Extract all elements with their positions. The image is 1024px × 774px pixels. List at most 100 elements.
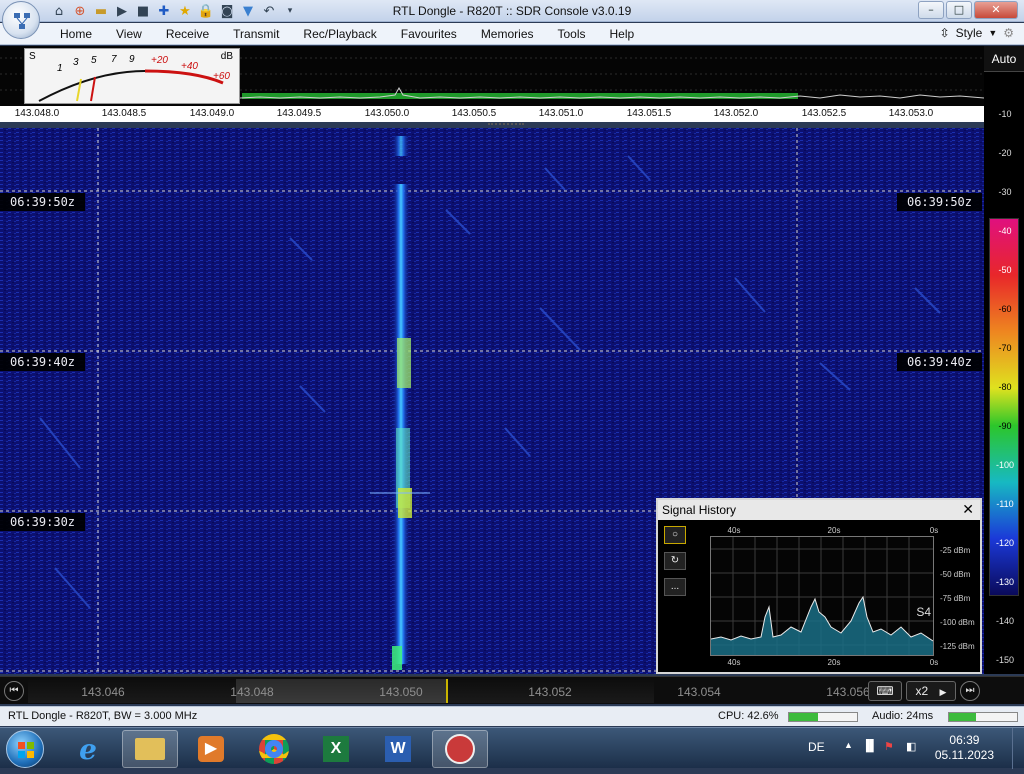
x-label-bottom: 0s	[929, 658, 939, 667]
menu-help[interactable]: Help	[598, 27, 647, 41]
chevron-right-icon: ▶	[939, 687, 947, 697]
forward-button[interactable]: ⏭	[960, 681, 980, 701]
sdr-console-icon	[445, 734, 475, 764]
freq-label: 143.052.0	[713, 108, 759, 119]
network-icon[interactable]: ▐▌	[862, 740, 878, 752]
timestamp-right: 06:39:40z	[896, 353, 982, 371]
level-tick: -130	[995, 577, 1014, 587]
taskbar-sdr-console[interactable]	[432, 730, 488, 768]
level-tick: -150	[995, 655, 1014, 665]
audio-status: Audio: 24ms	[872, 710, 934, 722]
maximize-button[interactable]: □	[946, 1, 972, 19]
bottom-frequency-bar[interactable]: ⏮ 143.046 143.048 143.050 143.052 143.05…	[0, 676, 1024, 704]
cpu-status: CPU: 42.6%	[718, 710, 779, 722]
level-tick: -30	[998, 187, 1012, 197]
menu-memories[interactable]: Memories	[469, 27, 546, 41]
spectrum-display[interactable]: S dB 1 3 5 7 9 +20 +40 +60	[0, 46, 984, 106]
x-label-top: 0s	[929, 526, 939, 535]
audio-meter-fill	[949, 713, 977, 721]
level-tick: -10	[998, 109, 1012, 119]
timestamp-left: 06:39:40z	[0, 353, 86, 371]
timestamp-left: 06:39:30z	[0, 513, 86, 531]
x-label-bottom: 20s	[827, 658, 841, 667]
signal-history-titlebar[interactable]: Signal History ✕	[658, 500, 980, 520]
keyboard-button[interactable]: ⌨	[868, 681, 902, 701]
language-indicator[interactable]: DE	[808, 740, 825, 754]
timestamp-left: 06:39:50z	[0, 193, 86, 211]
word-icon: W	[385, 736, 411, 762]
x-label-top: 40s	[727, 526, 741, 535]
frequency-scale[interactable]: 143.048.0 143.048.5 143.049.0 143.049.5 …	[0, 106, 984, 125]
freq-label: 143.052.5	[801, 108, 847, 119]
level-tick: -140	[995, 616, 1014, 626]
chevron-down-icon: ▼	[988, 28, 998, 38]
tuning-marker	[446, 679, 448, 703]
close-button[interactable]: ✕	[974, 1, 1018, 19]
drag-handle[interactable]	[488, 123, 524, 126]
reset-button[interactable]: ↻	[664, 552, 686, 570]
signal-history-trace	[710, 537, 934, 655]
menu-tools[interactable]: Tools	[546, 27, 598, 41]
status-bar: RTL Dongle - R820T, BW = 3.000 MHz CPU: …	[0, 706, 1024, 726]
level-tick: -120	[995, 538, 1014, 548]
clock-date: 05.11.2023	[934, 748, 994, 762]
menu-view[interactable]: View	[104, 27, 154, 41]
taskbar-media-player[interactable]: ▶	[183, 730, 239, 768]
menu-rec-playback[interactable]: Rec/Playback	[291, 27, 388, 41]
freq-label: 143.050.5	[451, 108, 497, 119]
record-button[interactable]: ○	[664, 526, 686, 544]
timestamp-right: 06:39:50z	[896, 193, 982, 211]
level-tick: -60	[998, 304, 1012, 314]
freq-label: 143.048.5	[101, 108, 147, 119]
taskbar-word[interactable]: W	[370, 730, 426, 768]
level-tick: -80	[998, 382, 1012, 392]
style-menu[interactable]: ⇳ Style ▼ ⚙	[940, 26, 1014, 40]
gear-icon[interactable]: ⚙	[1003, 26, 1014, 40]
collapse-ribbon-icon[interactable]: ⇳	[940, 26, 950, 40]
more-button[interactable]: ...	[664, 578, 686, 596]
freq-label: 143.051.0	[538, 108, 584, 119]
taskbar-excel[interactable]: X	[308, 730, 364, 768]
s-meter-arc	[38, 69, 224, 102]
menu-receive[interactable]: Receive	[154, 27, 221, 41]
bottom-freq-label: 143.052	[528, 685, 572, 699]
app-menu-button[interactable]	[2, 1, 40, 39]
level-scale[interactable]: Auto -10 -20 -30 -40 -50 -60 -70 -80 -90…	[984, 46, 1024, 674]
bottom-freq-label: 143.046	[81, 685, 125, 699]
taskbar-chrome[interactable]	[246, 730, 302, 768]
show-desktop-button[interactable]	[1012, 728, 1024, 769]
level-tick: -110	[996, 499, 1014, 509]
auto-button[interactable]: Auto	[984, 46, 1024, 72]
folder-icon	[135, 738, 165, 760]
menu-favourites[interactable]: Favourites	[389, 27, 469, 41]
device-status: RTL Dongle - R820T, BW = 3.000 MHz	[8, 710, 198, 722]
level-tick: -40	[998, 226, 1012, 236]
clock-time: 06:39	[949, 733, 980, 747]
action-center-icon[interactable]: ⚑	[884, 740, 894, 753]
speaker-icon[interactable]: ◧	[906, 740, 916, 753]
freq-label: 143.049.0	[189, 108, 235, 119]
minimize-button[interactable]: –	[918, 1, 944, 19]
freq-label: 143.048.0	[14, 108, 60, 119]
freq-label: 143.053.0	[888, 108, 934, 119]
taskbar-explorer[interactable]	[122, 730, 178, 768]
zoom-button[interactable]: x2 ▶	[906, 681, 956, 701]
rewind-button[interactable]: ⏮	[4, 681, 24, 701]
window-controls: – □ ✕	[916, 1, 1018, 19]
menu-transmit[interactable]: Transmit	[221, 27, 291, 41]
signal-history-title: Signal History	[662, 503, 737, 517]
show-hidden-icons-icon[interactable]: ▲	[844, 740, 853, 750]
level-tick: -90	[998, 421, 1012, 431]
title-bar: ⌂ ⊕ ▬ ▶ ■ ✚ ★ 🔒 ◙ ▼ ↶ ▾ RTL Dongle - R82…	[0, 0, 1024, 22]
y-label: -25 dBm	[940, 546, 971, 555]
menu-list: Home View Receive Transmit Rec/Playback …	[48, 27, 646, 41]
cpu-meter-fill	[789, 713, 818, 721]
close-icon[interactable]: ✕	[962, 500, 974, 520]
excel-icon: X	[323, 736, 349, 762]
media-player-icon: ▶	[198, 736, 224, 762]
taskbar-internet-explorer[interactable]: e	[60, 730, 116, 768]
style-label: Style	[955, 26, 983, 40]
menu-home[interactable]: Home	[48, 27, 104, 41]
start-button[interactable]	[6, 730, 44, 768]
clock[interactable]: 06:39 05.11.2023	[935, 733, 994, 763]
